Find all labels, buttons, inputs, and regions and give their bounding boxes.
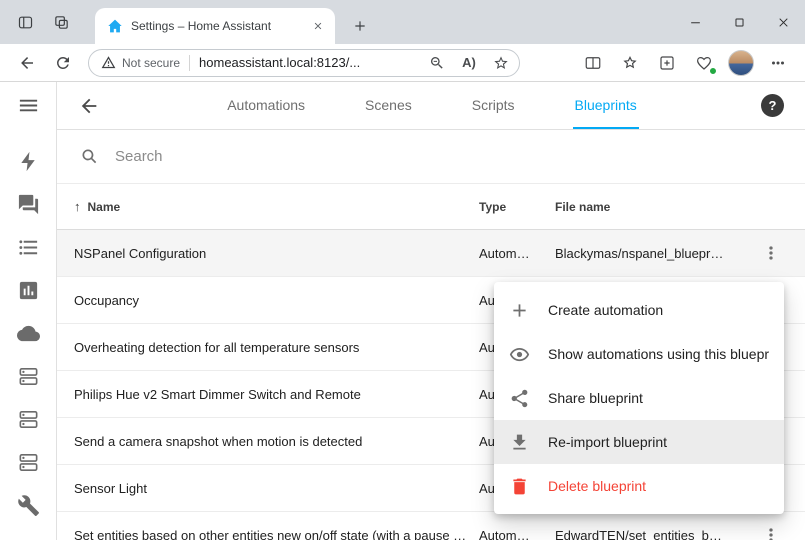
row-context-menu: Create automation Show automations using… bbox=[494, 282, 784, 514]
table-row[interactable]: NSPanel Configuration Autom… Blackymas/n… bbox=[57, 230, 805, 277]
row-file: EdwardTEN/set_entities_bas… bbox=[555, 528, 737, 540]
eye-icon bbox=[509, 344, 530, 365]
split-screen-icon[interactable] bbox=[576, 47, 610, 79]
row-name: NSPanel Configuration bbox=[74, 246, 479, 261]
help-icon[interactable]: ? bbox=[761, 94, 784, 117]
row-name: Occupancy bbox=[74, 293, 479, 308]
close-button[interactable] bbox=[761, 0, 805, 44]
collections-icon[interactable] bbox=[650, 47, 684, 79]
download-icon bbox=[509, 432, 530, 453]
plus-icon bbox=[509, 300, 530, 321]
row-name: Sensor Light bbox=[74, 481, 479, 496]
menu-item-create-automation[interactable]: Create automation bbox=[494, 288, 784, 332]
tab-actions-icon[interactable] bbox=[46, 7, 76, 37]
workspaces-icon[interactable] bbox=[10, 7, 40, 37]
ha-sidebar bbox=[0, 82, 57, 540]
ha-header: Automations Scenes Scripts Blueprints ? bbox=[57, 82, 805, 130]
browser-tab[interactable]: Settings – Home Assistant bbox=[95, 8, 335, 44]
ha-tab-bar: Automations Scenes Scripts Blueprints bbox=[103, 82, 761, 129]
dots-vertical-icon bbox=[761, 525, 781, 540]
row-name: Philips Hue v2 Smart Dimmer Switch and R… bbox=[74, 387, 479, 402]
dots-vertical-icon bbox=[761, 243, 781, 263]
row-menu-button[interactable] bbox=[756, 520, 786, 540]
browser-titlebar: Settings – Home Assistant bbox=[0, 0, 805, 44]
not-secure-warning-icon bbox=[101, 55, 116, 70]
row-menu-button[interactable] bbox=[756, 238, 786, 268]
ha-back-icon[interactable] bbox=[75, 92, 103, 120]
browser-navbar: Not secure homeassistant.local:8123/... … bbox=[0, 44, 805, 82]
security-label: Not secure bbox=[122, 56, 180, 70]
row-type: Autom… bbox=[479, 528, 555, 540]
settings-menu-icon[interactable] bbox=[761, 47, 795, 79]
column-header-name[interactable]: ↑ Name bbox=[74, 199, 479, 214]
share-icon bbox=[509, 388, 530, 409]
hamburger-menu-icon[interactable] bbox=[16, 93, 40, 117]
maximize-button[interactable] bbox=[717, 0, 761, 44]
home-assistant-app: Automations Scenes Scripts Blueprints ? … bbox=[0, 82, 805, 540]
back-icon[interactable] bbox=[10, 47, 44, 79]
read-aloud-icon[interactable]: A) bbox=[456, 50, 482, 76]
tab-close-icon[interactable] bbox=[309, 17, 327, 35]
menu-item-delete-blueprint[interactable]: Delete blueprint bbox=[494, 464, 784, 508]
tab-scripts[interactable]: Scripts bbox=[470, 82, 517, 129]
favorites-icon[interactable] bbox=[613, 47, 647, 79]
row-type: Autom… bbox=[479, 246, 555, 261]
essentials-status-dot bbox=[709, 67, 717, 75]
server-icon-2[interactable] bbox=[16, 407, 40, 431]
column-header-file[interactable]: File name bbox=[555, 200, 737, 214]
search-icon bbox=[80, 147, 100, 167]
wrench-icon[interactable] bbox=[16, 493, 40, 517]
zoom-out-icon[interactable] bbox=[424, 50, 450, 76]
table-row[interactable]: Set entities based on other entities new… bbox=[57, 512, 805, 540]
column-header-type[interactable]: Type bbox=[479, 200, 555, 214]
search-input[interactable] bbox=[115, 148, 805, 165]
favorite-star-icon[interactable] bbox=[488, 50, 514, 76]
tab-automations[interactable]: Automations bbox=[225, 82, 307, 129]
browser-essentials-icon[interactable] bbox=[687, 47, 721, 79]
search-bar bbox=[57, 130, 805, 184]
cloud-icon[interactable] bbox=[16, 321, 40, 345]
server-icon-1[interactable] bbox=[16, 364, 40, 388]
home-assistant-logo-icon bbox=[107, 18, 123, 34]
row-file: Blackymas/nspanel_blueprin… bbox=[555, 246, 737, 261]
menu-item-reimport-blueprint[interactable]: Re-import blueprint bbox=[494, 420, 784, 464]
row-name: Send a camera snapshot when motion is de… bbox=[74, 434, 479, 449]
profile-avatar[interactable] bbox=[728, 50, 754, 76]
chart-icon[interactable] bbox=[16, 278, 40, 302]
browser-window: Settings – Home Assistant bbox=[0, 0, 805, 540]
tab-blueprints[interactable]: Blueprints bbox=[573, 82, 639, 129]
server-icon-3[interactable] bbox=[16, 450, 40, 474]
ha-main: Automations Scenes Scripts Blueprints ? … bbox=[57, 82, 805, 540]
address-bar[interactable]: Not secure homeassistant.local:8123/... … bbox=[88, 49, 520, 77]
list-icon[interactable] bbox=[16, 235, 40, 259]
address-divider bbox=[189, 55, 190, 71]
url-text[interactable]: homeassistant.local:8123/... bbox=[199, 55, 418, 70]
row-name: Set entities based on other entities new… bbox=[74, 528, 479, 540]
sort-ascending-icon: ↑ bbox=[74, 199, 81, 214]
menu-item-share-blueprint[interactable]: Share blueprint bbox=[494, 376, 784, 420]
minimize-button[interactable] bbox=[673, 0, 717, 44]
refresh-icon[interactable] bbox=[46, 47, 80, 79]
menu-item-show-automations[interactable]: Show automations using this blueprint bbox=[494, 332, 784, 376]
new-tab-button[interactable] bbox=[347, 13, 373, 39]
chat-icon[interactable] bbox=[16, 192, 40, 216]
tab-scenes[interactable]: Scenes bbox=[363, 82, 414, 129]
row-name: Overheating detection for all temperatur… bbox=[74, 340, 479, 355]
trash-icon bbox=[509, 476, 530, 497]
table-header: ↑ Name Type File name bbox=[57, 184, 805, 230]
tab-title: Settings – Home Assistant bbox=[131, 19, 301, 33]
lightning-icon[interactable] bbox=[16, 149, 40, 173]
